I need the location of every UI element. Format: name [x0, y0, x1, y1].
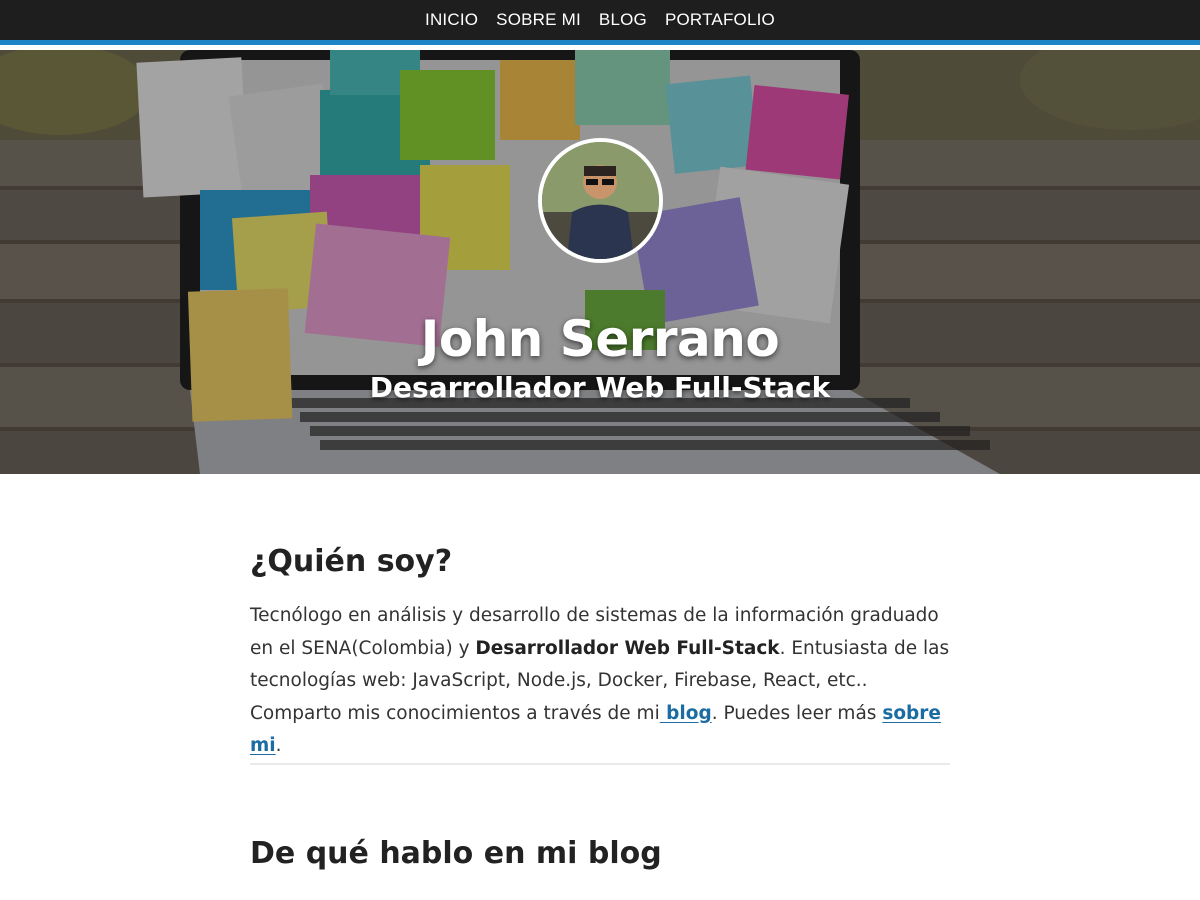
- blog-section-heading: De qué hablo en mi blog: [250, 836, 662, 871]
- about-text-3: . Puedes leer más: [711, 702, 883, 724]
- hero-banner: John Serrano Desarrollador Web Full-Stac…: [0, 50, 1200, 474]
- nav-link-inicio[interactable]: INICIO: [425, 10, 478, 30]
- nav-link-portafolio[interactable]: PORTAFOLIO: [665, 10, 775, 30]
- blog-link[interactable]: blog: [660, 703, 712, 724]
- nav-link-sobre-mi[interactable]: SOBRE MI: [496, 10, 581, 30]
- profile-avatar: [538, 138, 663, 263]
- top-navigation: INICIO SOBRE MI BLOG PORTAFOLIO: [0, 0, 1200, 45]
- avatar-image: [542, 142, 659, 259]
- section-divider: [250, 763, 950, 765]
- about-paragraph: Tecnólogo en análisis y desarrollo de si…: [250, 600, 950, 763]
- nav-link-blog[interactable]: BLOG: [599, 10, 647, 30]
- hero-subtitle: Desarrollador Web Full-Stack: [369, 371, 831, 405]
- about-text-4: .: [275, 735, 282, 756]
- hero-name: John Serrano: [420, 309, 780, 368]
- about-bold-role: Desarrollador Web Full-Stack: [475, 637, 780, 659]
- about-heading: ¿Quién soy?: [250, 544, 453, 579]
